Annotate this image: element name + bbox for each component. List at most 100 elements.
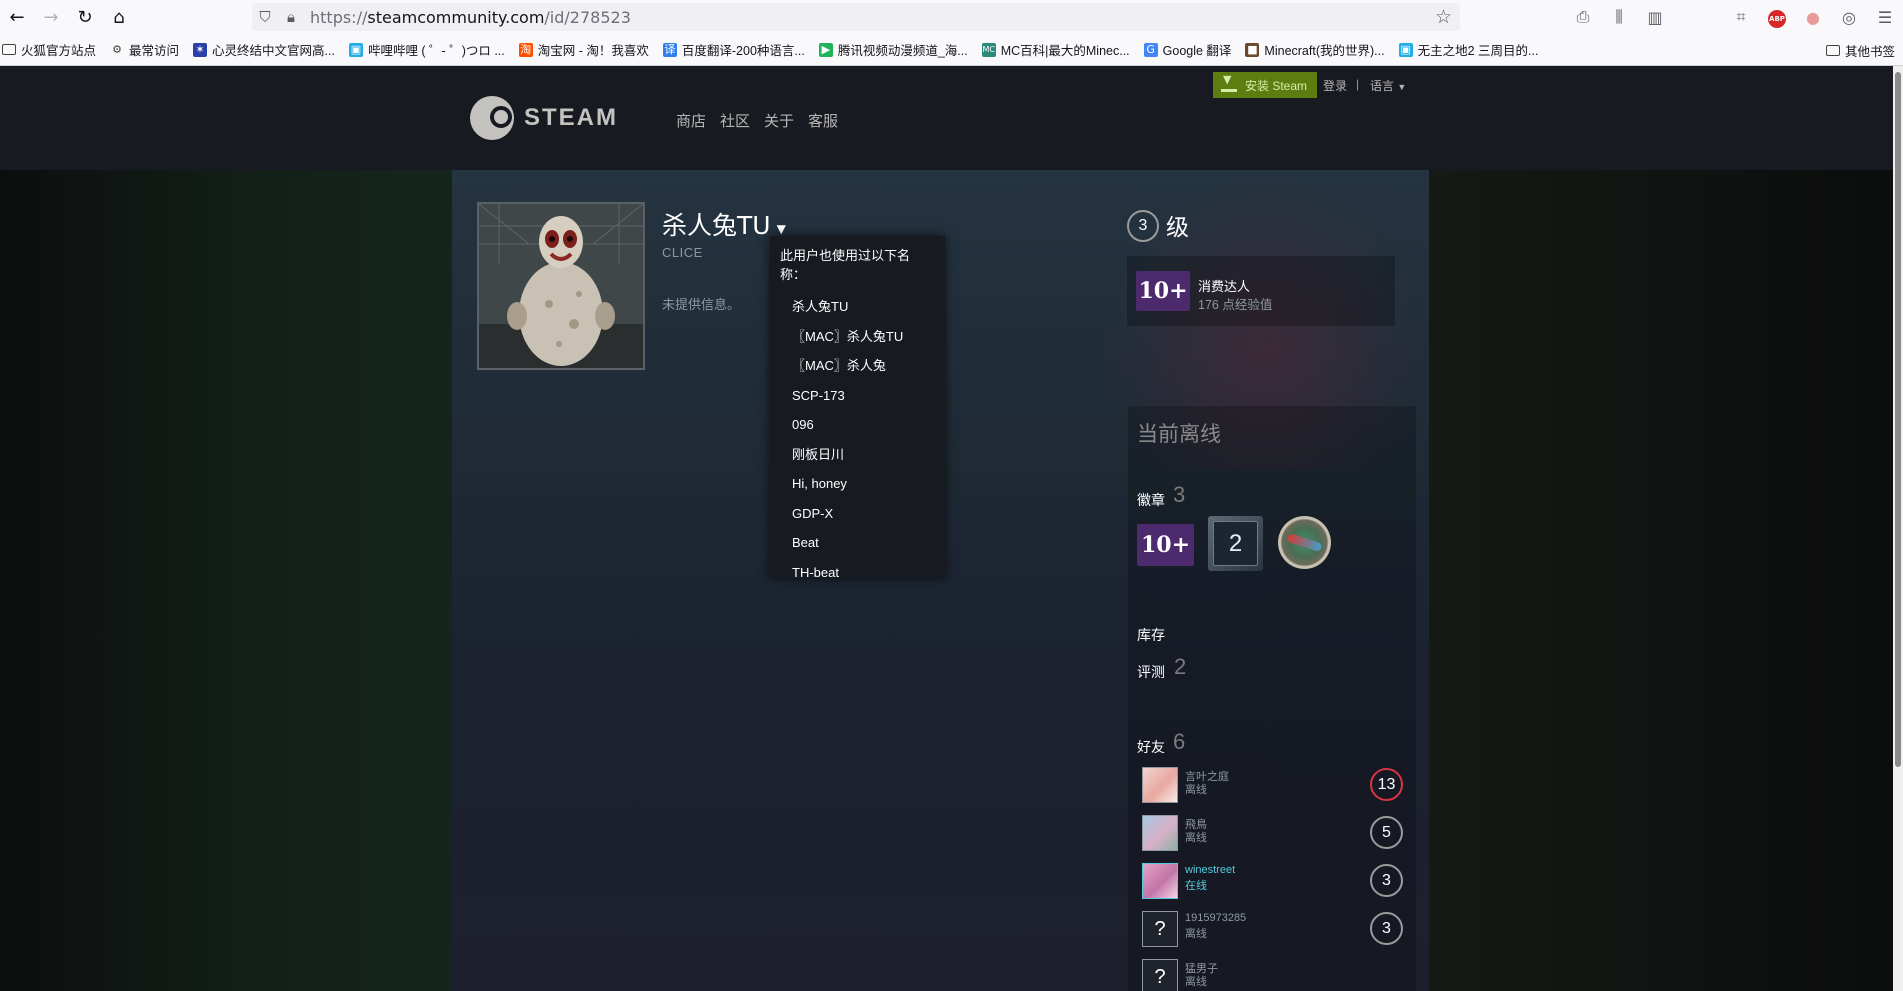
friend-level: 5 [1370,816,1403,849]
bookmark-item[interactable]: 淘淘宝网 - 淘！我喜欢 [518,40,649,59]
login-link[interactable]: 登录 [1323,77,1347,94]
steam-logo[interactable]: STEAM [470,96,618,140]
favorite-badge[interactable]: 10+ 消费达人 176 点经验值 [1127,256,1395,326]
language-label: 语言 [1370,79,1395,93]
gear-icon: ⚙ [112,42,122,56]
shield-icon[interactable]: ⛉ [252,8,278,26]
other-bookmarks[interactable]: 其他书签 [1825,34,1895,65]
alias-item: 096 [792,417,814,432]
piggy-icon[interactable]: ● [1795,8,1831,27]
alias-popup-header: 此用户也使用过以下名称： [780,248,911,282]
badges-link[interactable]: 徽章 [1137,490,1165,510]
menu-icon[interactable]: ☰ [1867,8,1903,27]
alias-dropdown-caret-icon[interactable]: ▼ [777,222,786,236]
url-host: steamcommunity.com [367,7,545,27]
reviews-count[interactable]: 2 [1174,654,1186,680]
nav-about[interactable]: 关于 [764,110,794,131]
page-background-right [1429,170,1893,991]
page-scrollbar[interactable] [1893,66,1903,991]
friend-row[interactable]: ? 猛男子 离线 [1142,957,1412,991]
real-name: CLICE [662,245,703,260]
community-badge-icon[interactable] [1278,516,1331,569]
browser-toolbar: ← → ↻ ⌂ ⛉ 🔒︎ https://steamcommunity.com/… [0,0,1903,34]
level-label: 级 [1166,215,1189,241]
profile-avatar[interactable] [477,202,645,370]
bookmark-item[interactable]: ✶ 心灵终结中文官网高... [193,40,335,59]
badge-title: 消费达人 [1198,279,1251,294]
alias-item: Beat [792,535,819,550]
bookmark-item[interactable]: 译百度翻译-200种语言... [662,40,805,59]
bookmark-item[interactable]: 火狐官方站点 [2,40,96,59]
taobao-icon: 淘 [518,42,533,57]
friend-name: 1915973285 [1185,912,1247,924]
friend-status: 离线 [1185,976,1207,988]
home-icon[interactable]: ⌂ [102,0,136,34]
mcmod-icon: MC [981,42,996,57]
adblock-icon[interactable]: ABP [1759,6,1795,28]
bookmark-item[interactable]: ⚙ 最常访问 [110,40,179,59]
online-status: 当前离线 [1137,422,1221,446]
years-badge-icon[interactable]: 2 [1208,516,1263,571]
years-badge-number: 2 [1213,521,1258,566]
crop-icon[interactable]: ⌗ [1723,7,1759,27]
badges-count[interactable]: 3 [1173,482,1185,508]
back-icon[interactable]: ← [0,0,34,34]
library-icon[interactable]: ⫼ [1601,7,1637,27]
forward-icon[interactable]: → [34,0,68,34]
bilibili-icon: ▣ [348,42,363,57]
reviews-link[interactable]: 评测 [1137,662,1165,682]
bookmark-label: 最常访问 [129,44,180,58]
language-dropdown[interactable]: 语言 ▼ [1370,77,1406,94]
bookmark-label: 百度翻译-200种语言... [681,44,805,58]
bookmark-label: 火狐官方站点 [21,44,97,58]
reload-icon[interactable]: ↻ [68,0,102,34]
install-steam-button[interactable]: 安装 Steam [1213,72,1318,98]
bookmark-item[interactable]: ▣ 无主之地2 三周目的... [1398,40,1538,59]
nav-store[interactable]: 商店 [676,110,706,131]
inventory-link[interactable]: 库存 [1137,625,1165,645]
alias-item: SCP-173 [792,387,845,403]
friend-level: 3 [1370,864,1403,897]
level-circle[interactable]: 3 [1127,210,1159,242]
friends-count[interactable]: 6 [1173,729,1185,755]
scrollbar-thumb[interactable] [1895,72,1901,767]
bookmark-star-icon[interactable]: ☆ [1435,6,1452,28]
bookmark-item[interactable]: ▣ 哔哩哔哩 ( ゜- ゜)つロ ... [348,40,505,59]
friend-level: 13 [1370,768,1403,801]
bookmark-item[interactable]: ■ Minecraft(我的世界)... [1245,40,1385,59]
bookmark-item[interactable]: ▶ 腾讯视频动漫频道_海... [818,40,968,59]
friend-row[interactable]: winestreet 在线 3 [1142,861,1412,903]
minecraft-icon: ■ [1245,42,1260,57]
lock-icon[interactable]: 🔒︎ [278,8,304,26]
bookmark-item[interactable]: G Google 翻译 [1143,40,1232,59]
save-pocket-icon[interactable]: ⎙ [1565,7,1601,27]
badge-10-plus-icon[interactable]: 10+ [1137,524,1194,566]
nav-community[interactable]: 社区 [720,110,750,131]
friend-row[interactable]: 言叶之庭 离线 13 [1142,765,1412,807]
extension-icon[interactable]: ◎ [1831,8,1867,27]
alias-item: GDP-X [792,505,834,521]
translate-icon: 译 [662,42,677,57]
unknown-avatar-icon: ? [1142,911,1178,947]
url-text[interactable]: https://steamcommunity.com/id/278523 [310,8,631,27]
friend-status: 离线 [1185,832,1207,844]
folder-icon [1825,44,1840,56]
profile-right-column [1128,406,1416,991]
address-bar[interactable]: ⛉ 🔒︎ https://steamcommunity.com/id/27852… [252,3,1460,31]
nav-support[interactable]: 客服 [808,110,838,131]
alias-item: 〖MAC〗杀人兔 [792,358,886,373]
url-path: /id/278523 [544,7,631,27]
bookmark-item[interactable]: MC MC百科|最大的Minec... [981,40,1130,59]
sidebar-icon[interactable]: ▥ [1637,8,1673,27]
bookmark-label: 哔哩哔哩 ( ゜- ゜)つロ ... [367,44,505,58]
bookmark-label: Google 翻译 [1162,44,1232,58]
scp-173-avatar-image [479,204,643,368]
friend-status: 离线 [1185,928,1207,940]
persona-name[interactable]: 杀人兔TU ▼ [662,206,786,242]
friend-row[interactable]: ? 1915973285 离线 3 [1142,909,1412,951]
friend-avatar [1142,815,1178,851]
friends-link[interactable]: 好友 [1137,737,1165,757]
friend-row[interactable]: 飛鳥 离线 5 [1142,813,1412,855]
alias-item: 刚板日川 [792,446,845,462]
bookmarks-bar: 火狐官方站点 ⚙ 最常访问 ✶ 心灵终结中文官网高... ▣ 哔哩哔哩 ( ゜- ゜)… [0,34,1903,66]
